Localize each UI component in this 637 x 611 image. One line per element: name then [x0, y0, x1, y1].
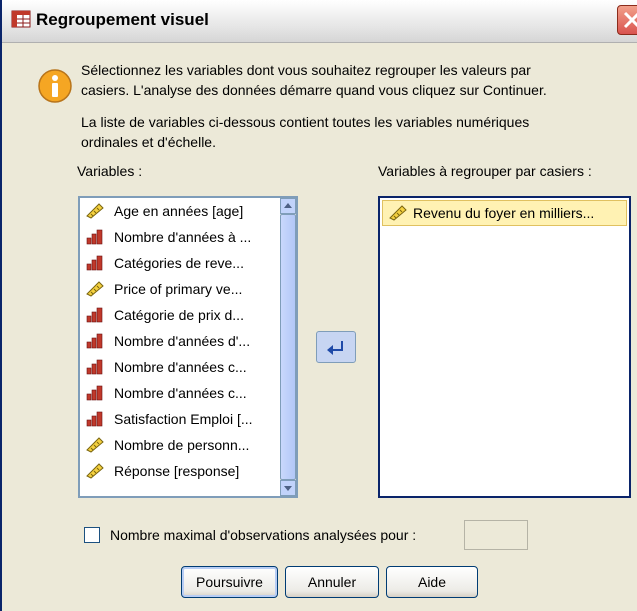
- cancel-button[interactable]: Annuler: [285, 566, 379, 598]
- max-cases-input[interactable]: [464, 520, 528, 550]
- ordinal-bars-icon: [86, 255, 104, 271]
- source-list-item[interactable]: Age en années [age]: [80, 198, 280, 224]
- scale-ruler-icon: [86, 281, 104, 297]
- intro-line-1: Sélectionnez les variables dont vous sou…: [81, 62, 531, 78]
- source-list-item[interactable]: Satisfaction Emploi [...: [80, 406, 280, 432]
- continue-button[interactable]: Poursuivre: [181, 566, 278, 598]
- ordinal-bars-icon: [86, 411, 104, 427]
- source-item-label: Satisfaction Emploi [...: [114, 411, 253, 427]
- source-item-label: Age en années [age]: [114, 203, 244, 219]
- source-item-label: Nombre d'années c...: [114, 359, 247, 375]
- data-grid-icon: [11, 9, 31, 29]
- source-item-label: Nombre d'années à ...: [114, 229, 252, 245]
- source-list-item[interactable]: Nombre d'années d'...: [80, 328, 280, 354]
- scroll-up-button[interactable]: [280, 198, 296, 214]
- source-variable-list[interactable]: Age en années [age] Nombre d'années à ...…: [78, 196, 298, 498]
- scale-ruler-icon: [86, 437, 104, 453]
- close-icon: [623, 11, 637, 29]
- arrow-down-icon: [284, 486, 292, 491]
- scroll-down-button[interactable]: [280, 480, 296, 496]
- source-list-item[interactable]: Nombre d'années à ...: [80, 224, 280, 250]
- help-button[interactable]: Aide: [386, 566, 478, 598]
- max-cases-label: Nombre maximal d'observations analysées …: [110, 527, 417, 543]
- window-title: Regroupement visuel: [36, 10, 209, 29]
- target-list-item[interactable]: Revenu du foyer en milliers...: [382, 200, 627, 226]
- close-button[interactable]: [617, 5, 637, 35]
- source-item-label: Réponse [response]: [114, 463, 240, 479]
- title-bar[interactable]: Regroupement visuel: [2, 0, 637, 43]
- ordinal-bars-icon: [86, 359, 104, 375]
- note-line-1: La liste de variables ci-dessous contien…: [81, 114, 530, 130]
- info-icon: [37, 68, 73, 104]
- target-list-label: Variables à regrouper par casiers :: [378, 163, 592, 179]
- ordinal-bars-icon: [86, 229, 104, 245]
- source-item-label: Nombre d'années c...: [114, 385, 247, 401]
- source-item-label: Price of primary ve...: [114, 281, 243, 297]
- source-list-item[interactable]: Price of primary ve...: [80, 276, 280, 302]
- source-list-item[interactable]: Catégorie de prix d...: [80, 302, 280, 328]
- source-item-label: Catégorie de prix d...: [114, 307, 244, 323]
- arrow-up-icon: [284, 203, 292, 208]
- source-list-item[interactable]: Catégories de reve...: [80, 250, 280, 276]
- ordinal-bars-icon: [86, 307, 104, 323]
- source-item-label: Nombre d'années d'...: [114, 333, 251, 349]
- source-list-item[interactable]: Nombre d'années c...: [80, 354, 280, 380]
- scale-ruler-icon: [86, 203, 104, 219]
- scroll-thumb[interactable]: [280, 214, 296, 480]
- source-list-item[interactable]: Nombre d'années c...: [80, 380, 280, 406]
- max-cases-checkbox[interactable]: [84, 527, 100, 543]
- source-list-item[interactable]: Nombre de personn...: [80, 432, 280, 458]
- target-variable-list[interactable]: Revenu du foyer en milliers...: [378, 196, 631, 498]
- source-item-label: Catégories de reve...: [114, 255, 244, 271]
- source-items: Age en années [age] Nombre d'années à ...…: [80, 198, 280, 484]
- source-list-label: Variables :: [77, 163, 143, 179]
- source-scrollbar[interactable]: [280, 198, 296, 496]
- scale-ruler-icon: [389, 205, 407, 221]
- intro-line-2: casiers. L'analyse des données démarre q…: [81, 82, 547, 98]
- arrow-left-icon: [327, 341, 343, 355]
- scale-ruler-icon: [86, 463, 104, 479]
- note-line-2: ordinales et d'échelle.: [81, 134, 216, 150]
- target-item-label: Revenu du foyer en milliers...: [413, 205, 595, 221]
- dialog-window: Regroupement visuel Sélectionnez les var…: [0, 0, 637, 611]
- move-variable-button[interactable]: [316, 331, 356, 363]
- source-list-item[interactable]: Réponse [response]: [80, 458, 280, 484]
- ordinal-bars-icon: [86, 333, 104, 349]
- ordinal-bars-icon: [86, 385, 104, 401]
- source-item-label: Nombre de personn...: [114, 437, 250, 453]
